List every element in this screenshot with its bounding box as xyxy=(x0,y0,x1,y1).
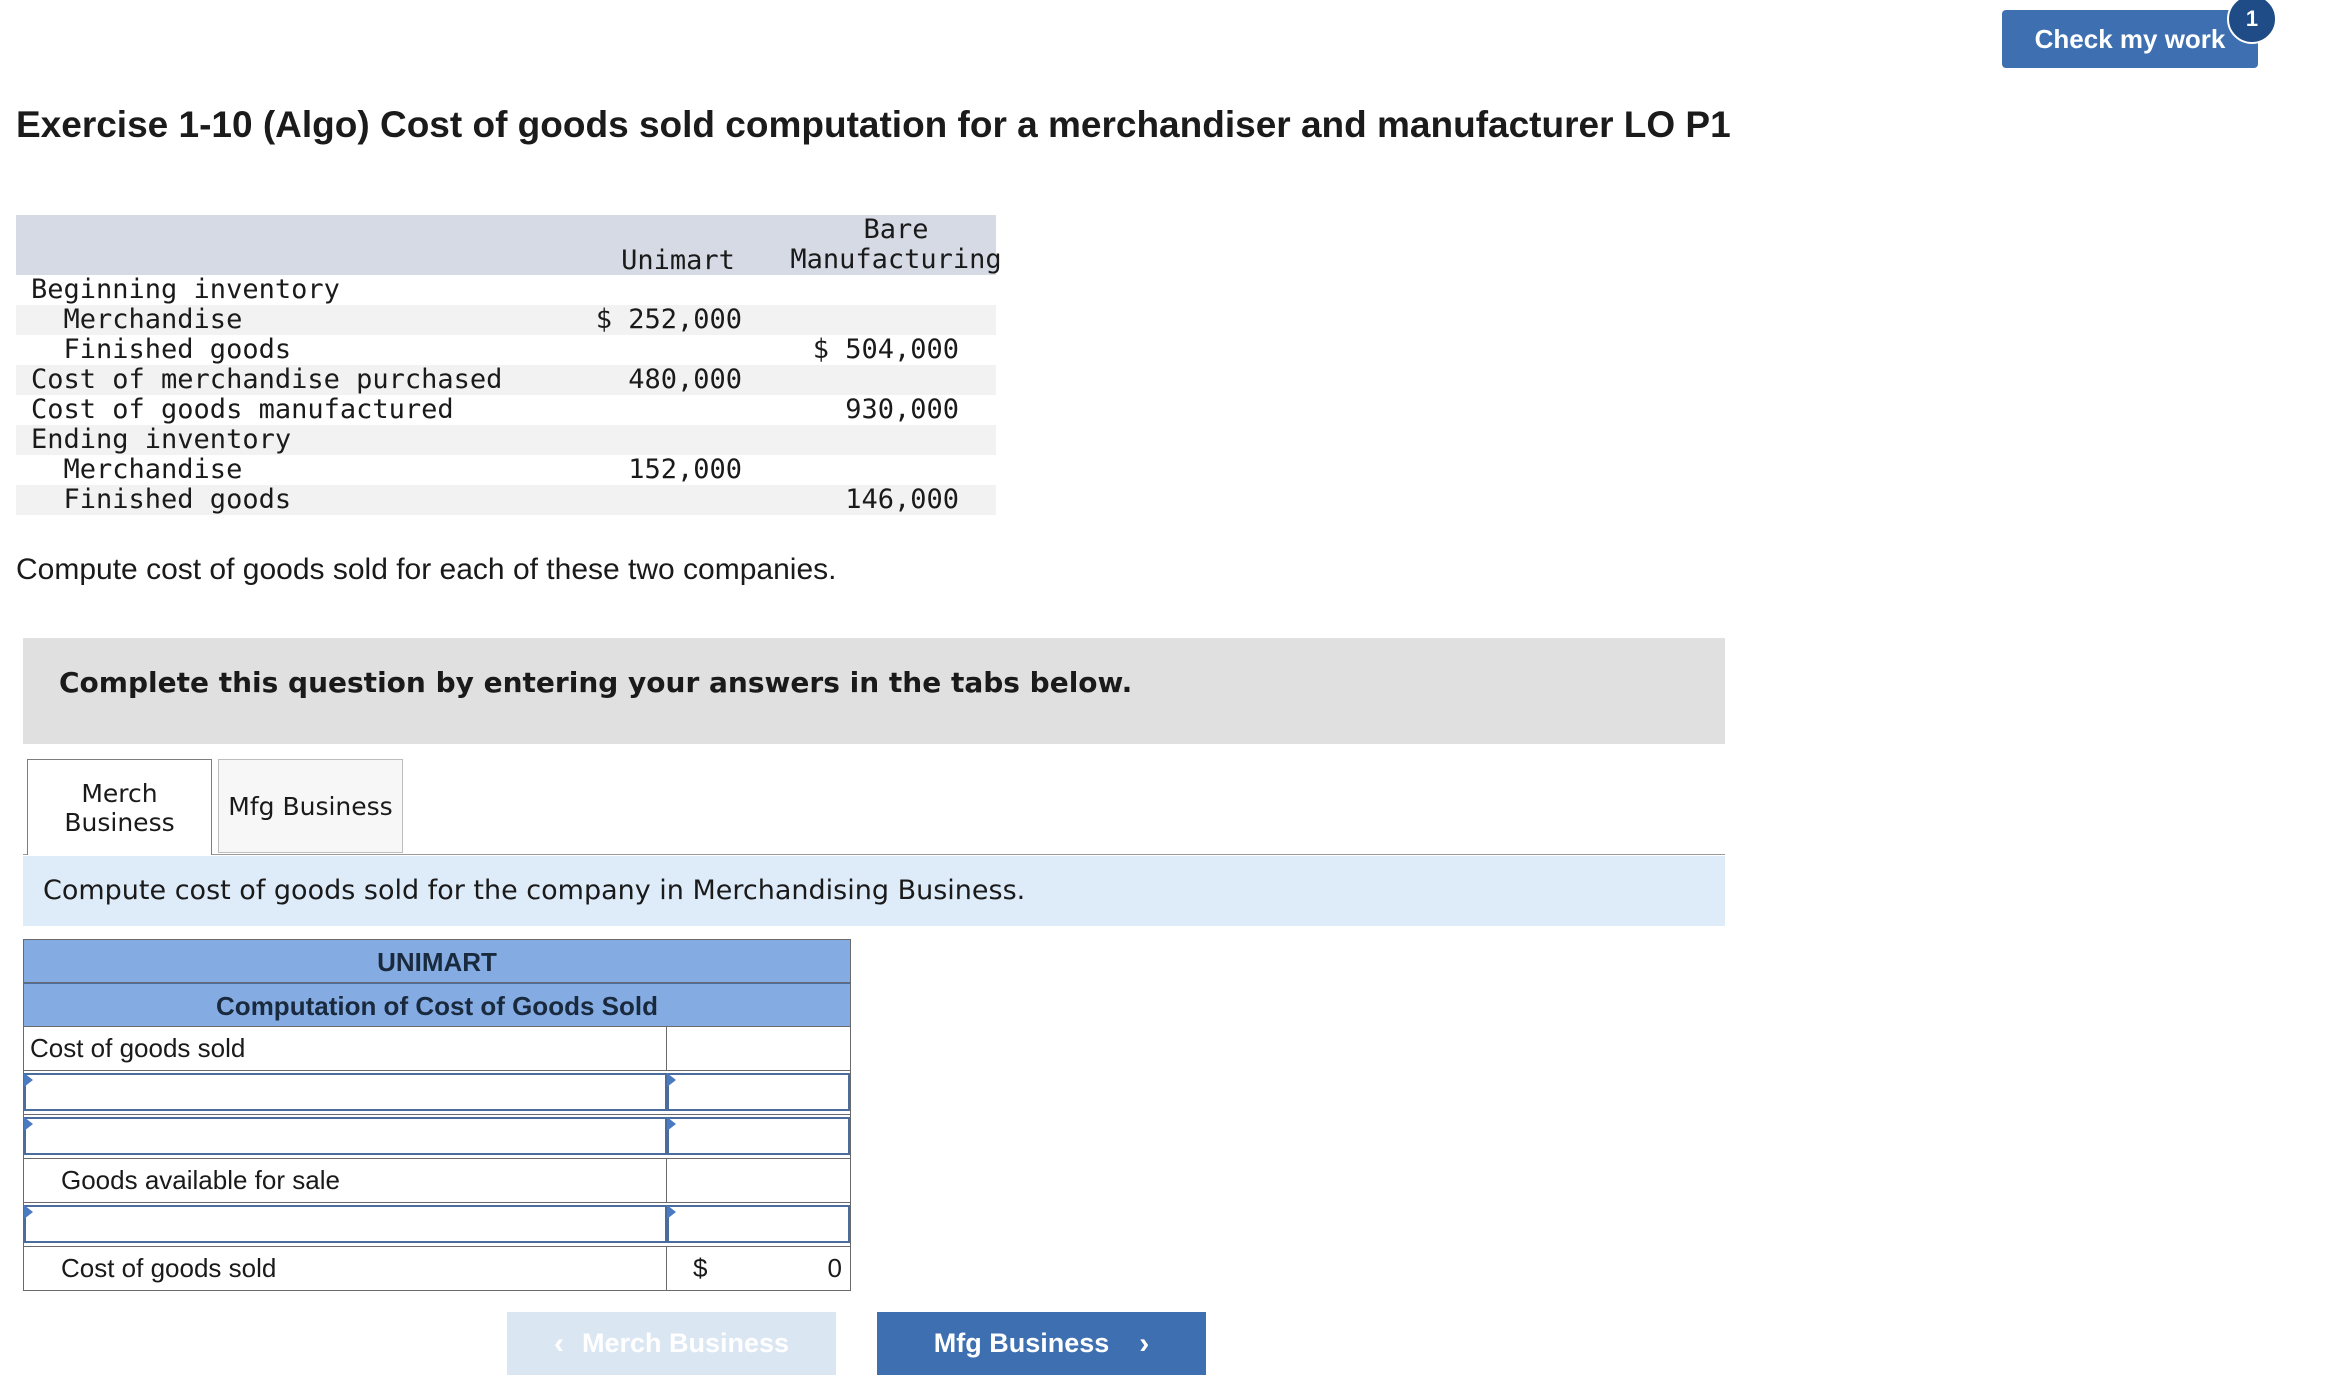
table-row: Cost of goods manufactured 930,000 xyxy=(16,395,996,425)
col-header-bare-manufacturing: Bare Manufacturing xyxy=(776,215,1016,275)
instruction-banner: Complete this question by entering your … xyxy=(23,638,1725,744)
table-row: Finished goods 146,000 xyxy=(16,485,996,515)
table-row: Beginning inventory xyxy=(16,275,996,305)
bare-value: $ 504,000 xyxy=(812,334,959,365)
col-header-line2: Manufacturing xyxy=(790,244,1002,275)
cogs-total-label: Cost of goods sold xyxy=(24,1247,667,1290)
worksheet-row-amount xyxy=(667,1027,850,1070)
check-my-work-button[interactable]: Check my work xyxy=(2002,10,2258,68)
page-title: Exercise 1-10 (Algo) Cost of goods sold … xyxy=(16,104,1731,145)
cogs-worksheet: UNIMART Computation of Cost of Goods Sol… xyxy=(23,939,851,1291)
check-my-work-label: Check my work xyxy=(2034,23,2226,54)
worksheet-subtitle: Computation of Cost of Goods Sold xyxy=(23,983,851,1027)
banner-text: Complete this question by entering your … xyxy=(59,666,1133,699)
worksheet-row: Goods available for sale xyxy=(23,1159,851,1203)
tab-merch-business[interactable]: Merch Business xyxy=(27,759,212,855)
row-label: Finished goods xyxy=(31,334,292,365)
table-row: Cost of merchandise purchased 480,000 xyxy=(16,365,996,395)
tab-instruction-panel: Compute cost of goods sold for the compa… xyxy=(23,856,1725,926)
next-tab-button[interactable]: Mfg Business › xyxy=(877,1312,1206,1375)
worksheet-row xyxy=(23,1203,851,1247)
goods-available-label: Goods available for sale xyxy=(24,1159,667,1202)
worksheet-row: Cost of goods sold xyxy=(23,1027,851,1071)
row-label: Merchandise xyxy=(31,454,243,485)
worksheet-company-header: UNIMART xyxy=(23,939,851,983)
row-label: Cost of goods manufactured xyxy=(31,394,454,425)
worksheet-label-dropdown[interactable] xyxy=(24,1117,667,1155)
row-label: Finished goods xyxy=(31,484,292,515)
table-row: Merchandise $ 252,000 xyxy=(16,305,996,335)
tab-label-line1: Merch xyxy=(81,778,158,808)
chevron-right-icon: › xyxy=(1139,1326,1150,1360)
tab-mfg-business[interactable]: Mfg Business xyxy=(218,759,403,853)
worksheet-label-dropdown[interactable] xyxy=(24,1073,667,1111)
row-label: Beginning inventory xyxy=(31,274,340,305)
col-header-line1: Bare xyxy=(863,214,929,245)
data-table-header: Unimart Bare Manufacturing xyxy=(16,215,1002,276)
worksheet-row xyxy=(23,1071,851,1115)
worksheet-row: Cost of goods sold $ 0 xyxy=(23,1247,851,1291)
goods-available-amount xyxy=(667,1159,850,1202)
table-row: Merchandise 152,000 xyxy=(16,455,996,485)
col-header-unimart: Unimart xyxy=(621,245,735,276)
bare-value: 930,000 xyxy=(845,394,959,425)
cogs-total-value: 0 xyxy=(827,1253,842,1283)
worksheet-row xyxy=(23,1115,851,1159)
question-instruction: Compute cost of goods sold for each of t… xyxy=(16,553,837,586)
row-label: Ending inventory xyxy=(31,424,292,455)
table-row: Finished goods $ 504,000 xyxy=(16,335,996,365)
table-row: Ending inventory xyxy=(16,425,996,455)
worksheet-label-dropdown[interactable] xyxy=(24,1205,667,1243)
tab-label-line2: Business xyxy=(64,807,175,837)
worksheet-amount-input[interactable] xyxy=(667,1205,850,1243)
row-label: Cost of merchandise purchased xyxy=(31,364,503,395)
bare-value: 146,000 xyxy=(845,484,959,515)
next-tab-label: Mfg Business xyxy=(933,1328,1110,1358)
worksheet-row-label: Cost of goods sold xyxy=(24,1027,667,1070)
prev-tab-label: Merch Business xyxy=(581,1328,790,1358)
tab-divider xyxy=(23,854,1725,855)
row-label: Merchandise xyxy=(31,304,243,335)
currency-symbol: $ xyxy=(693,1253,708,1283)
chevron-left-icon: ‹ xyxy=(553,1326,564,1360)
prev-tab-button[interactable]: ‹ Merch Business xyxy=(507,1312,836,1375)
tab-instruction-text: Compute cost of goods sold for the compa… xyxy=(43,875,1026,906)
tab-label: Mfg Business xyxy=(228,791,393,821)
unimart-value: 152,000 xyxy=(628,454,742,485)
given-data-table: Unimart Bare Manufacturing Beginning inv… xyxy=(16,215,1002,515)
cogs-total-amount: $ 0 xyxy=(667,1247,850,1290)
unimart-value: 480,000 xyxy=(628,364,742,395)
unimart-value: $ 252,000 xyxy=(595,304,742,335)
attempts-badge: 1 xyxy=(2227,0,2277,44)
worksheet-amount-input[interactable] xyxy=(667,1117,850,1155)
worksheet-amount-input[interactable] xyxy=(667,1073,850,1111)
